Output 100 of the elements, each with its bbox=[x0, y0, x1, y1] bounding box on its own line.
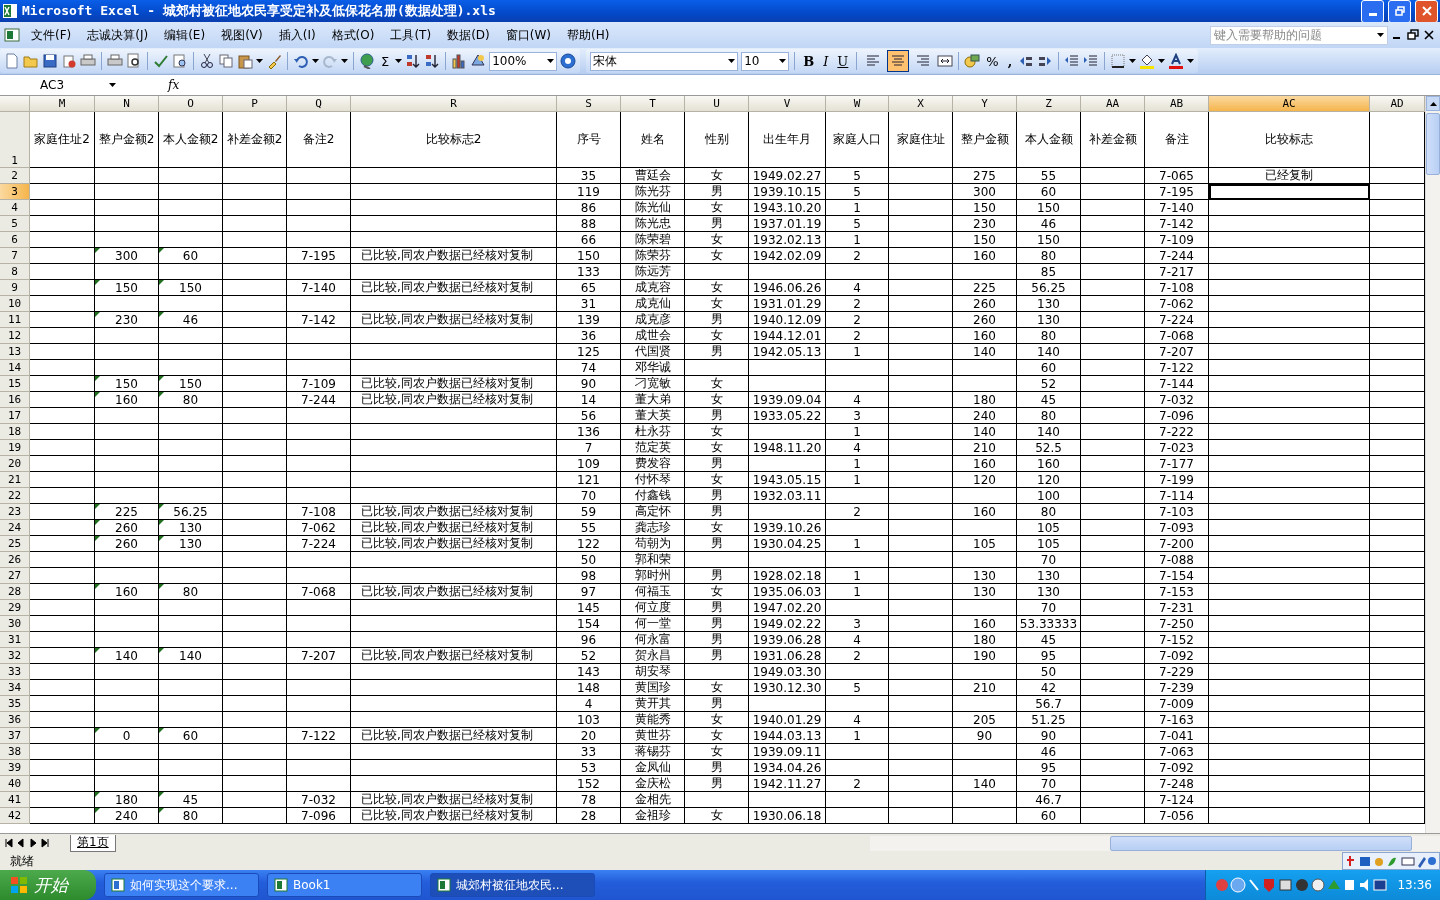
dropdown-arrow-icon[interactable] bbox=[728, 59, 736, 63]
dropdown-arrow-icon[interactable] bbox=[341, 59, 348, 63]
row-header[interactable]: 6 bbox=[0, 232, 30, 248]
column-header[interactable]: P bbox=[223, 96, 287, 112]
taskbar-button[interactable]: Book1 bbox=[267, 873, 422, 897]
column-header[interactable]: AB bbox=[1145, 96, 1209, 112]
row-header[interactable]: 42 bbox=[0, 808, 30, 824]
printer-icon[interactable] bbox=[107, 53, 123, 69]
font-size-dropdown[interactable]: 10 bbox=[741, 51, 790, 71]
row-header[interactable]: 24 bbox=[0, 520, 30, 536]
menu-item[interactable]: 编辑(E) bbox=[157, 24, 213, 46]
vertical-scrollbar[interactable] bbox=[1425, 96, 1440, 833]
row-header[interactable]: 29 bbox=[0, 600, 30, 616]
row-header[interactable]: 9 bbox=[0, 280, 30, 296]
start-button[interactable]: 开始 bbox=[0, 870, 96, 900]
row-header[interactable]: 38 bbox=[0, 744, 30, 760]
row-header[interactable]: 10 bbox=[0, 296, 30, 312]
scroll-thumb[interactable] bbox=[1426, 113, 1440, 175]
row-header[interactable]: 40 bbox=[0, 776, 30, 792]
column-header[interactable]: AA bbox=[1081, 96, 1145, 112]
name-box[interactable]: AC3 bbox=[0, 76, 120, 94]
row-header[interactable]: 21 bbox=[0, 472, 30, 488]
undo-icon[interactable] bbox=[293, 53, 309, 69]
scroll-thumb[interactable] bbox=[1110, 835, 1412, 851]
menu-item[interactable]: 窗口(W) bbox=[498, 24, 558, 46]
scroll-up-icon[interactable] bbox=[1429, 101, 1437, 106]
dropdown-arrow-icon[interactable] bbox=[256, 59, 263, 63]
drawing-icon[interactable] bbox=[470, 53, 487, 69]
tray-icons-drawing[interactable] bbox=[1214, 877, 1390, 893]
row-header[interactable]: 26 bbox=[0, 552, 30, 568]
row-header[interactable]: 37 bbox=[0, 728, 30, 744]
row-header[interactable]: 23 bbox=[0, 504, 30, 520]
column-header[interactable]: Q bbox=[287, 96, 351, 112]
comma-style-button[interactable]: , bbox=[1004, 53, 1016, 69]
dropdown-arrow-icon[interactable] bbox=[312, 59, 319, 63]
next-sheet-icon[interactable] bbox=[28, 838, 38, 848]
column-header[interactable]: X bbox=[889, 96, 953, 112]
column-header[interactable]: M bbox=[30, 96, 95, 112]
paste-icon[interactable] bbox=[237, 53, 253, 69]
row-header[interactable]: 30 bbox=[0, 616, 30, 632]
row-header[interactable]: 19 bbox=[0, 440, 30, 456]
menu-item[interactable]: 插入(I) bbox=[271, 24, 323, 46]
row-header[interactable]: 8 bbox=[0, 264, 30, 280]
column-header[interactable]: Y bbox=[953, 96, 1017, 112]
help-search-field[interactable]: 键入需要帮助的问题 bbox=[1210, 25, 1388, 45]
underline-button[interactable]: U bbox=[834, 53, 852, 69]
row-header[interactable]: 32 bbox=[0, 648, 30, 664]
row-header[interactable]: 2 bbox=[0, 168, 30, 184]
language-bar-icons-drawing[interactable] bbox=[1346, 854, 1436, 868]
row-header[interactable]: 7 bbox=[0, 248, 30, 264]
column-header[interactable]: N bbox=[95, 96, 159, 112]
row-header[interactable]: 14 bbox=[0, 360, 30, 376]
insert-function-button[interactable]: fx bbox=[168, 78, 180, 92]
row-header[interactable]: 11 bbox=[0, 312, 30, 328]
column-header[interactable]: AD bbox=[1370, 96, 1425, 112]
dropdown-arrow-icon[interactable] bbox=[1129, 59, 1137, 63]
dropdown-arrow-icon[interactable] bbox=[1187, 59, 1195, 63]
column-header[interactable]: T bbox=[621, 96, 685, 112]
chart-icon[interactable] bbox=[451, 53, 468, 69]
workbook-icon[interactable] bbox=[4, 27, 22, 43]
zoom-dropdown[interactable]: 100% bbox=[489, 51, 558, 71]
autosum-button[interactable]: Σ bbox=[378, 53, 393, 69]
close-button[interactable] bbox=[1415, 0, 1438, 23]
fill-color-icon[interactable] bbox=[1139, 53, 1156, 69]
row-header[interactable]: 16 bbox=[0, 392, 30, 408]
row-header[interactable]: 20 bbox=[0, 456, 30, 472]
menu-item[interactable]: 工具(T) bbox=[383, 24, 439, 46]
align-center-button[interactable] bbox=[887, 50, 910, 72]
dropdown-arrow-icon[interactable] bbox=[779, 59, 787, 63]
dropdown-arrow-icon[interactable] bbox=[395, 59, 403, 63]
row-header[interactable]: 39 bbox=[0, 760, 30, 776]
increase-indent-icon[interactable] bbox=[1083, 53, 1100, 69]
minimize-button[interactable] bbox=[1361, 0, 1384, 23]
dropdown-arrow-icon[interactable] bbox=[547, 59, 555, 63]
row-header[interactable]: 17 bbox=[0, 408, 30, 424]
cut-icon[interactable] bbox=[199, 53, 215, 69]
row-header[interactable]: 27 bbox=[0, 568, 30, 584]
borders-icon[interactable] bbox=[1110, 53, 1127, 69]
column-header[interactable]: V bbox=[749, 96, 826, 112]
row-header[interactable]: 4 bbox=[0, 200, 30, 216]
sheet-tab[interactable]: 第1页 bbox=[70, 834, 116, 852]
font-color-icon[interactable] bbox=[1168, 53, 1185, 69]
currency-icon[interactable] bbox=[964, 53, 981, 69]
merge-cells-icon[interactable] bbox=[937, 53, 954, 69]
row-header[interactable]: 31 bbox=[0, 632, 30, 648]
help-icon[interactable] bbox=[560, 53, 577, 69]
sort-descending-icon[interactable] bbox=[424, 53, 441, 69]
spelling-check-icon[interactable] bbox=[153, 53, 169, 69]
restore-button[interactable] bbox=[1388, 0, 1411, 23]
percent-button[interactable]: % bbox=[983, 53, 1002, 69]
row-header[interactable]: 12 bbox=[0, 328, 30, 344]
column-header[interactable]: W bbox=[826, 96, 889, 112]
taskbar-button[interactable]: 如何实现这个要求... bbox=[104, 873, 259, 897]
column-header[interactable]: R bbox=[351, 96, 557, 112]
column-header[interactable]: S bbox=[557, 96, 621, 112]
dropdown-arrow-icon[interactable] bbox=[1158, 59, 1166, 63]
row-header[interactable]: 36 bbox=[0, 712, 30, 728]
italic-button[interactable]: I bbox=[820, 53, 832, 69]
format-painter-icon[interactable] bbox=[266, 53, 282, 69]
dropdown-arrow-icon[interactable] bbox=[1377, 33, 1384, 37]
